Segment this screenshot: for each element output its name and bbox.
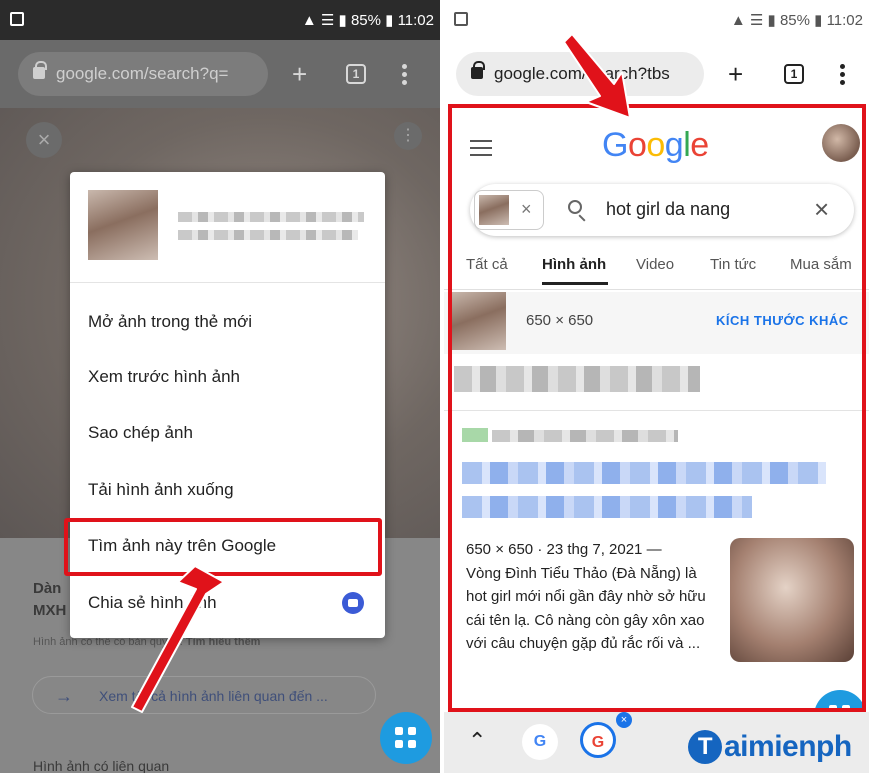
red-arrow-pointer [564, 33, 631, 119]
status-bar: ▲ ☰ ▮ 85% ▮ 11:02 [0, 0, 440, 40]
lock-icon [33, 61, 47, 79]
url-text: google.com/search?q= [56, 64, 229, 83]
close-icon[interactable]: × [26, 122, 62, 158]
google-lens-tab-icon[interactable]: G [580, 722, 616, 758]
notification-icon [10, 12, 24, 26]
result-title-line2: MXH [33, 602, 67, 619]
lock-icon [471, 61, 485, 79]
chevron-up-icon[interactable]: ⌃ [468, 728, 486, 754]
blurred-url [178, 230, 358, 240]
menu-open-in-new-tab[interactable]: Mở ảnh trong thẻ mới [88, 312, 252, 332]
menu-copy-image[interactable]: Sao chép ảnh [88, 423, 193, 443]
blurred-title [178, 212, 364, 222]
more-menu-icon[interactable] [840, 64, 846, 88]
browser-toolbar: google.com/search?q= + 1 [0, 40, 440, 108]
status-readout: ▲ ☰ ▮ 85% ▮ 11:02 [730, 12, 863, 29]
menu-download-image[interactable]: Tải hình ảnh xuống [88, 480, 234, 500]
tab-switcher-button[interactable]: 1 [784, 64, 804, 84]
tab-switcher-button[interactable]: 1 [346, 64, 366, 84]
right-phone-screen: ▲ ☰ ▮ 85% ▮ 11:02 google.com/search?tbs … [444, 0, 869, 773]
close-badge-icon[interactable]: × [616, 712, 632, 728]
browser-toolbar: google.com/search?tbs + 1 [444, 40, 869, 108]
more-options-icon[interactable]: ⋮ [394, 122, 422, 150]
arrow-right-icon: → [55, 686, 73, 706]
left-phone-screen: ▲ ☰ ▮ 85% ▮ 11:02 google.com/search?q= +… [0, 0, 440, 773]
result-title-line1: Dàn [33, 580, 62, 597]
more-menu-icon[interactable] [402, 64, 408, 88]
google-tab-icon[interactable]: G [522, 724, 558, 760]
new-tab-button[interactable]: + [728, 61, 743, 87]
related-images-heading: Hình ảnh có liên quan [33, 758, 170, 773]
menu-preview-image[interactable]: Xem trước hình ảnh [88, 367, 240, 387]
image-thumbnail [88, 190, 158, 260]
highlight-frame [448, 104, 866, 712]
red-arrow-pointer [131, 565, 225, 713]
watermark-logo: Taimienph [688, 730, 852, 764]
status-readout: ▲ ☰ ▮ 85% ▮ 11:02 [301, 12, 434, 29]
menu-divider [70, 282, 385, 283]
notification-icon [454, 12, 468, 26]
address-bar[interactable]: google.com/search?q= [18, 52, 268, 96]
status-bar: ▲ ☰ ▮ 85% ▮ 11:02 [444, 0, 869, 40]
apps-grid-button[interactable] [380, 712, 432, 764]
new-tab-button[interactable]: + [292, 61, 307, 87]
share-app-icon [342, 592, 364, 614]
